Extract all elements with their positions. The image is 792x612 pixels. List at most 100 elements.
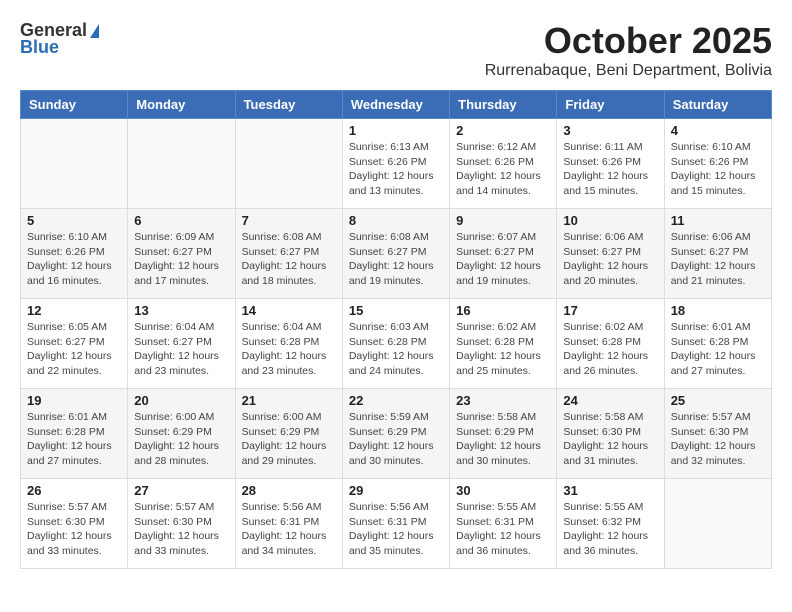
calendar-cell: 16 Sunrise: 6:02 AM Sunset: 6:28 PM Dayli… [450, 299, 557, 389]
day-number: 28 [242, 483, 336, 498]
day-info: Sunrise: 6:04 AM Sunset: 6:27 PM Dayligh… [134, 320, 228, 379]
calendar-cell: 23Sunrise: 5:58 AM Sunset: 6:29 PM Dayli… [450, 389, 557, 479]
calendar-cell [128, 119, 235, 209]
calendar-week-row: 12 Sunrise: 6:05 AM Sunset: 6:27 PM Dayli… [21, 299, 772, 389]
day-info: Sunrise: 5:55 AM Sunset: 6:32 PM Dayligh… [563, 500, 657, 559]
calendar-cell: 4 Sunrise: 6:10 AM Sunset: 6:26 PM Daylig… [664, 119, 771, 209]
calendar-week-row: 19 Sunrise: 6:01 AM Sunset: 6:28 PM Dayli… [21, 389, 772, 479]
weekday-header: Sunday [21, 91, 128, 119]
calendar-week-row: 5 Sunrise: 6:10 AM Sunset: 6:26 PM Daylig… [21, 209, 772, 299]
day-info: Sunrise: 5:58 AM Sunset: 6:30 PM Dayligh… [563, 410, 657, 469]
calendar-cell: 20Sunrise: 6:00 AM Sunset: 6:29 PM Dayli… [128, 389, 235, 479]
calendar-cell: 17 Sunrise: 6:02 AM Sunset: 6:28 PM Dayli… [557, 299, 664, 389]
day-number: 1 [349, 123, 443, 138]
calendar-cell: 26 Sunrise: 5:57 AM Sunset: 6:30 PM Dayli… [21, 479, 128, 569]
calendar-cell: 12 Sunrise: 6:05 AM Sunset: 6:27 PM Dayli… [21, 299, 128, 389]
day-info: Sunrise: 5:59 AM Sunset: 6:29 PM Dayligh… [349, 410, 443, 469]
day-info: Sunrise: 6:02 AM Sunset: 6:28 PM Dayligh… [456, 320, 550, 379]
logo-blue-text: Blue [20, 37, 59, 58]
day-info: Sunrise: 6:08 AM Sunset: 6:27 PM Dayligh… [349, 230, 443, 289]
calendar-cell: 25 Sunrise: 5:57 AM Sunset: 6:30 PM Dayli… [664, 389, 771, 479]
calendar-cell: 22Sunrise: 5:59 AM Sunset: 6:29 PM Dayli… [342, 389, 449, 479]
day-info: Sunrise: 6:06 AM Sunset: 6:27 PM Dayligh… [671, 230, 765, 289]
day-info: Sunrise: 6:10 AM Sunset: 6:26 PM Dayligh… [671, 140, 765, 199]
calendar-cell: 3Sunrise: 6:11 AM Sunset: 6:26 PM Daylig… [557, 119, 664, 209]
day-info: Sunrise: 6:06 AM Sunset: 6:27 PM Dayligh… [563, 230, 657, 289]
calendar-cell: 1Sunrise: 6:13 AM Sunset: 6:26 PM Daylig… [342, 119, 449, 209]
calendar-cell: 9 Sunrise: 6:07 AM Sunset: 6:27 PM Daylig… [450, 209, 557, 299]
day-number: 19 [27, 393, 121, 408]
calendar-cell: 5 Sunrise: 6:10 AM Sunset: 6:26 PM Daylig… [21, 209, 128, 299]
calendar-cell: 31 Sunrise: 5:55 AM Sunset: 6:32 PM Dayli… [557, 479, 664, 569]
calendar-header: SundayMondayTuesdayWednesdayThursdayFrid… [21, 91, 772, 119]
calendar-cell: 7Sunrise: 6:08 AM Sunset: 6:27 PM Daylig… [235, 209, 342, 299]
day-info: Sunrise: 6:01 AM Sunset: 6:28 PM Dayligh… [671, 320, 765, 379]
calendar-cell: 15Sunrise: 6:03 AM Sunset: 6:28 PM Dayli… [342, 299, 449, 389]
day-info: Sunrise: 6:04 AM Sunset: 6:28 PM Dayligh… [242, 320, 336, 379]
day-number: 16 [456, 303, 550, 318]
day-number: 21 [242, 393, 336, 408]
day-number: 26 [27, 483, 121, 498]
day-info: Sunrise: 5:56 AM Sunset: 6:31 PM Dayligh… [349, 500, 443, 559]
day-info: Sunrise: 6:00 AM Sunset: 6:29 PM Dayligh… [242, 410, 336, 469]
day-number: 6 [134, 213, 228, 228]
day-number: 13 [134, 303, 228, 318]
day-info: Sunrise: 5:57 AM Sunset: 6:30 PM Dayligh… [671, 410, 765, 469]
day-number: 17 [563, 303, 657, 318]
day-number: 2 [456, 123, 550, 138]
day-info: Sunrise: 5:56 AM Sunset: 6:31 PM Dayligh… [242, 500, 336, 559]
day-number: 11 [671, 213, 765, 228]
day-number: 24 [563, 393, 657, 408]
day-number: 9 [456, 213, 550, 228]
calendar-cell [21, 119, 128, 209]
day-number: 5 [27, 213, 121, 228]
weekday-header: Wednesday [342, 91, 449, 119]
weekday-header: Friday [557, 91, 664, 119]
day-number: 14 [242, 303, 336, 318]
day-info: Sunrise: 6:12 AM Sunset: 6:26 PM Dayligh… [456, 140, 550, 199]
day-number: 31 [563, 483, 657, 498]
day-number: 12 [27, 303, 121, 318]
day-number: 3 [563, 123, 657, 138]
weekday-header-row: SundayMondayTuesdayWednesdayThursdayFrid… [21, 91, 772, 119]
day-number: 4 [671, 123, 765, 138]
calendar-cell: 19 Sunrise: 6:01 AM Sunset: 6:28 PM Dayli… [21, 389, 128, 479]
title-area: October 2025 Rurrenabaque, Beni Departme… [485, 20, 772, 80]
day-info: Sunrise: 6:05 AM Sunset: 6:27 PM Dayligh… [27, 320, 121, 379]
calendar-cell: 13 Sunrise: 6:04 AM Sunset: 6:27 PM Dayli… [128, 299, 235, 389]
calendar-body: 1Sunrise: 6:13 AM Sunset: 6:26 PM Daylig… [21, 119, 772, 569]
calendar-cell: 11 Sunrise: 6:06 AM Sunset: 6:27 PM Dayli… [664, 209, 771, 299]
day-number: 10 [563, 213, 657, 228]
day-number: 30 [456, 483, 550, 498]
calendar-cell [235, 119, 342, 209]
day-info: Sunrise: 6:07 AM Sunset: 6:27 PM Dayligh… [456, 230, 550, 289]
month-title: October 2025 [485, 20, 772, 62]
day-info: Sunrise: 5:55 AM Sunset: 6:31 PM Dayligh… [456, 500, 550, 559]
calendar-cell: 6 Sunrise: 6:09 AM Sunset: 6:27 PM Daylig… [128, 209, 235, 299]
weekday-header: Monday [128, 91, 235, 119]
day-number: 18 [671, 303, 765, 318]
day-info: Sunrise: 6:01 AM Sunset: 6:28 PM Dayligh… [27, 410, 121, 469]
day-number: 25 [671, 393, 765, 408]
day-info: Sunrise: 6:02 AM Sunset: 6:28 PM Dayligh… [563, 320, 657, 379]
weekday-header: Saturday [664, 91, 771, 119]
day-number: 27 [134, 483, 228, 498]
day-info: Sunrise: 6:08 AM Sunset: 6:27 PM Dayligh… [242, 230, 336, 289]
calendar-cell: 18 Sunrise: 6:01 AM Sunset: 6:28 PM Dayli… [664, 299, 771, 389]
day-number: 29 [349, 483, 443, 498]
header: General Blue October 2025 Rurrenabaque, … [20, 20, 772, 80]
day-info: Sunrise: 6:09 AM Sunset: 6:27 PM Dayligh… [134, 230, 228, 289]
calendar-cell: 21 Sunrise: 6:00 AM Sunset: 6:29 PM Dayli… [235, 389, 342, 479]
day-info: Sunrise: 5:57 AM Sunset: 6:30 PM Dayligh… [27, 500, 121, 559]
day-info: Sunrise: 6:10 AM Sunset: 6:26 PM Dayligh… [27, 230, 121, 289]
calendar-cell: 29 Sunrise: 5:56 AM Sunset: 6:31 PM Dayli… [342, 479, 449, 569]
calendar-cell: 27 Sunrise: 5:57 AM Sunset: 6:30 PM Dayli… [128, 479, 235, 569]
calendar-cell: 10 Sunrise: 6:06 AM Sunset: 6:27 PM Dayli… [557, 209, 664, 299]
day-info: Sunrise: 5:57 AM Sunset: 6:30 PM Dayligh… [134, 500, 228, 559]
calendar: SundayMondayTuesdayWednesdayThursdayFrid… [20, 90, 772, 569]
weekday-header: Tuesday [235, 91, 342, 119]
calendar-week-row: 26 Sunrise: 5:57 AM Sunset: 6:30 PM Dayli… [21, 479, 772, 569]
day-number: 23 [456, 393, 550, 408]
day-number: 15 [349, 303, 443, 318]
day-number: 20 [134, 393, 228, 408]
